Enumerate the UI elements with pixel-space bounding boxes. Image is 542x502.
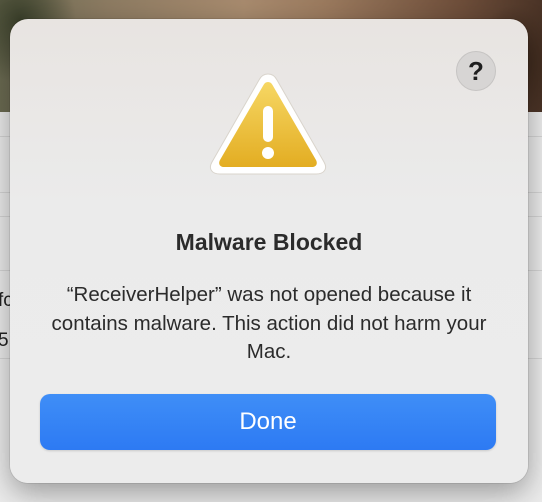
screen: fc 5 ? Malware Blocked “ReceiverHelper” … (0, 0, 542, 502)
done-button[interactable]: Done (40, 394, 496, 450)
dialog-title: Malware Blocked (175, 229, 363, 255)
help-button[interactable]: ? (456, 51, 496, 91)
dialog-message: “ReceiverHelper” was not opened because … (51, 283, 487, 363)
done-button-label: Done (239, 408, 297, 435)
help-button-label: ? (468, 55, 484, 86)
background-partial-text: 5 (0, 330, 9, 351)
warning-triangle-icon (209, 73, 327, 175)
